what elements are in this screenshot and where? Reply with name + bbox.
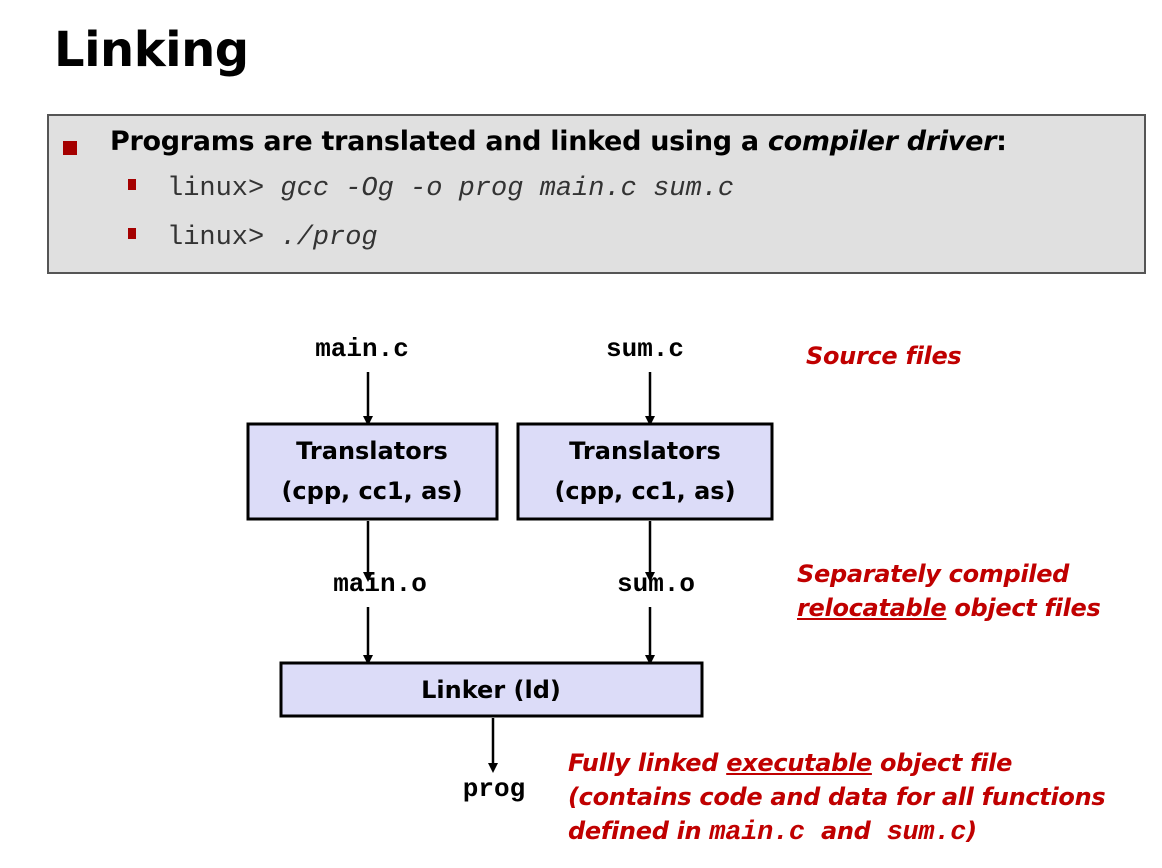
object-file-main: main.o <box>333 569 427 599</box>
note-object-files: Separately compiled relocatable object f… <box>797 557 1101 625</box>
translator-main-line1: Translators <box>296 437 448 465</box>
note-executable: Fully linked executable object file (con… <box>568 746 1106 850</box>
note-exec-line3-b: and <box>804 817 887 845</box>
note-source-files: Source files <box>806 342 962 370</box>
note-object-rest: object files <box>946 594 1101 622</box>
note-exec-line3-a: defined in <box>568 817 710 845</box>
linker-label: Linker (ld) <box>421 676 561 704</box>
source-file-sum: sum.c <box>606 334 684 364</box>
note-exec-file-sum: sum.c <box>886 818 967 848</box>
translator-sum-line1: Translators <box>569 437 721 465</box>
translator-sum-line2: (cpp, cc1, as) <box>554 477 735 505</box>
note-exec-prefix: Fully linked <box>568 749 727 777</box>
output-file-prog: prog <box>463 774 525 804</box>
note-object-line1: Separately compiled <box>797 560 1070 588</box>
note-object-line2: relocatable object files <box>797 591 1101 625</box>
note-exec-rest: object file <box>871 749 1013 777</box>
source-file-main: main.c <box>315 334 409 364</box>
translator-main-line2: (cpp, cc1, as) <box>281 477 462 505</box>
note-exec-file-main: main.c <box>709 818 805 848</box>
note-executable-word: executable <box>726 749 872 777</box>
note-exec-line2: (contains code and data for all function… <box>568 783 1106 811</box>
note-exec-line1: Fully linked executable object file <box>568 746 1105 780</box>
note-exec-line3: defined in main.c and sum.c) <box>568 814 1105 850</box>
note-relocatable: relocatable <box>797 594 947 622</box>
object-file-sum: sum.o <box>617 569 695 599</box>
note-exec-line3-c: ) <box>966 817 977 845</box>
linking-diagram: main.c sum.c Translators (cpp, cc1, as) … <box>246 334 774 804</box>
